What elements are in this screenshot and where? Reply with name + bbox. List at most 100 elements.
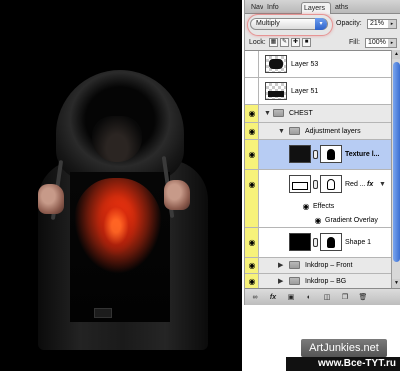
expand-triangle-icon[interactable]: ▼ [278, 127, 285, 136]
visibility-toggle[interactable]: ◉ [245, 105, 259, 122]
eye-icon: ◉ [248, 261, 256, 270]
chest-flame-core [96, 196, 136, 256]
add-style-fx-icon[interactable]: fx [267, 292, 279, 303]
layer-group-row[interactable]: ◉ ▼ CHEST [245, 105, 391, 123]
link-layers-icon[interactable]: ∞ [249, 292, 261, 303]
watermark-bce-tyt: www.Bce-TYT.ru [286, 357, 400, 371]
face-shadow [92, 116, 142, 162]
layer-thumbnail [289, 233, 311, 251]
folder-icon [289, 277, 300, 285]
tab-navigator[interactable]: Nav [249, 2, 263, 14]
dropdown-arrow-icon: ▾ [315, 18, 327, 30]
left-hand [38, 184, 64, 214]
opacity-value: 21% [370, 20, 385, 27]
eye-icon: ◉ [248, 180, 256, 189]
effects-label: Effects [313, 203, 335, 210]
tab-info[interactable]: Info [265, 2, 285, 14]
layer-mask-thumbnail [320, 233, 342, 251]
layer-thumbnail [289, 175, 311, 193]
artwork-photo [0, 0, 242, 371]
layer-row-selected[interactable]: ◉ Texture l... [245, 140, 391, 170]
layer-group-row[interactable]: ◉ ▶ Inkdrop – BG [245, 274, 391, 288]
new-group-folder-icon[interactable]: ◫ [321, 292, 333, 303]
expand-triangle-icon[interactable]: ▼ [264, 109, 271, 118]
scrollbar-thumb[interactable] [393, 62, 400, 262]
visibility-toggle[interactable]: ◉ [245, 258, 259, 273]
group-name: Adjustment layers [305, 128, 361, 135]
visibility-toggle[interactable]: ◉ [245, 228, 259, 257]
effect-row[interactable]: ◉ Gradient Overlay [245, 214, 391, 228]
adjustment-layer-icon[interactable]: ◐ [303, 292, 315, 303]
layer-name: Layer 53 [291, 61, 319, 68]
eye-icon: ◉ [248, 109, 256, 118]
layer-thumbnail [265, 55, 287, 73]
layer-name: Shape 1 [345, 239, 372, 246]
effect-name: Gradient Overlay [325, 217, 378, 224]
palette-tabs: Nav Info Layers aths [245, 0, 400, 14]
visibility-toggle[interactable] [245, 78, 259, 104]
folder-icon [289, 261, 300, 269]
lock-move-icon[interactable]: ✚ [291, 38, 300, 47]
lock-all-icon[interactable]: ■ [302, 38, 311, 47]
scroll-down-icon[interactable]: ▼ [392, 279, 400, 288]
opacity-field[interactable]: 21% ▸ [367, 19, 397, 29]
fill-value: 100% [368, 39, 386, 46]
visibility-toggle[interactable]: ◉ [245, 274, 259, 288]
effects-row[interactable]: ◉ Effects [245, 200, 391, 214]
watermark-artjunkies: ArtJunkies.net [301, 339, 387, 357]
link-icon [313, 150, 318, 159]
opacity-arrow-icon[interactable]: ▸ [388, 20, 396, 28]
eye-icon: ◉ [248, 238, 256, 247]
trash-icon[interactable]: 🗑 [357, 292, 369, 303]
visibility-toggle[interactable]: ◉ [245, 170, 259, 200]
eye-icon[interactable]: ◉ [313, 217, 323, 225]
visibility-toggle [245, 200, 259, 214]
belt-buckle [94, 308, 112, 318]
lock-transparency-icon[interactable]: ▦ [269, 38, 278, 47]
eye-icon[interactable]: ◉ [301, 203, 311, 211]
collapse-triangle-icon[interactable]: ▶ [278, 277, 283, 286]
layer-row[interactable]: ◉ Shape 1 [245, 228, 391, 258]
eye-icon: ◉ [248, 127, 256, 136]
group-name: Inkdrop – Front [305, 262, 353, 269]
layer-group-row[interactable]: ◉ ▼ Adjustment layers [245, 123, 391, 140]
layer-thumbnail [265, 82, 287, 100]
new-layer-icon[interactable]: ❐ [339, 292, 351, 303]
folder-icon [289, 127, 300, 135]
layer-mask-thumbnail [320, 175, 342, 193]
right-hand [164, 180, 190, 210]
layer-row[interactable]: Layer 53 [245, 51, 391, 78]
layer-row[interactable]: ◉ Red ... fx ▼ [245, 170, 391, 200]
fill-field[interactable]: 100% ▸ [365, 38, 397, 48]
fill-label: Fill: [349, 39, 360, 46]
layer-row[interactable]: Layer 51 [245, 78, 391, 105]
lock-label: Lock: [249, 39, 266, 46]
palette-bottom-toolbar: ∞ fx ▣ ◐ ◫ ❐ 🗑 [245, 288, 400, 305]
lock-brush-icon[interactable]: ✎ [280, 38, 289, 47]
visibility-toggle[interactable]: ◉ [245, 140, 259, 169]
fill-arrow-icon[interactable]: ▸ [388, 39, 396, 47]
add-mask-icon[interactable]: ▣ [285, 292, 297, 303]
layer-group-row[interactable]: ◉ ▶ Inkdrop – Front [245, 258, 391, 274]
layers-palette: Nav Info Layers aths Multiply ▾ Opacity:… [244, 0, 400, 305]
visibility-toggle[interactable] [245, 51, 259, 77]
layers-scrollbar[interactable]: ▲ ▼ [391, 50, 400, 288]
blend-mode-value: Multiply [256, 20, 280, 27]
blend-mode-select[interactable]: Multiply ▾ [250, 18, 328, 30]
layer-name: Texture l... [345, 151, 380, 158]
layer-name: Red ... [345, 181, 366, 188]
link-icon [313, 180, 318, 189]
tab-layers[interactable]: Layers [301, 2, 331, 14]
link-icon [313, 238, 318, 247]
layer-thumbnail [289, 145, 311, 163]
tab-paths[interactable]: aths [333, 2, 357, 14]
visibility-toggle[interactable]: ◉ [245, 123, 259, 139]
opacity-label: Opacity: [336, 20, 362, 27]
fx-icon[interactable]: fx [367, 180, 373, 189]
layer-name: Layer 51 [291, 88, 319, 95]
group-name: Inkdrop – BG [305, 278, 347, 285]
scroll-up-icon[interactable]: ▲ [392, 50, 400, 59]
folder-icon [273, 109, 284, 117]
collapse-triangle-icon[interactable]: ▶ [278, 261, 283, 270]
expand-triangle-icon[interactable]: ▼ [379, 180, 386, 189]
